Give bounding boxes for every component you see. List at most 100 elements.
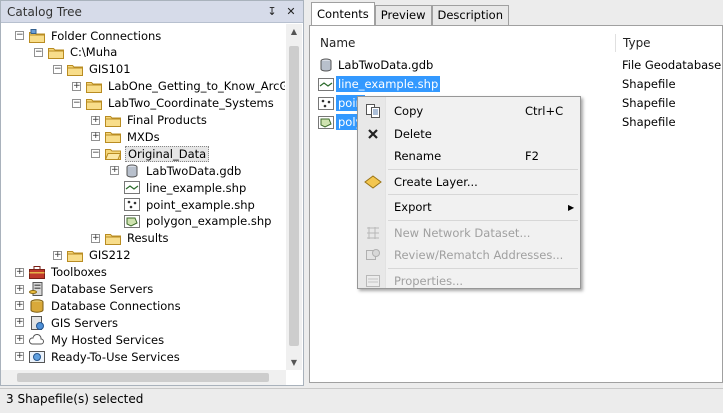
tab-description[interactable]: Description bbox=[431, 5, 509, 25]
folder-icon bbox=[105, 113, 121, 127]
tree-item[interactable]: + Database Servers bbox=[15, 281, 155, 298]
tree-scroll-thumb[interactable] bbox=[289, 46, 299, 346]
expand-icon[interactable]: + bbox=[15, 352, 24, 362]
submenu-arrow-icon: ▶ bbox=[568, 202, 575, 212]
menu-item-rename[interactable]: Rename F2 bbox=[360, 145, 579, 167]
pin-icon[interactable]: ↧ bbox=[265, 5, 279, 19]
tree-item-label: GIS Servers bbox=[51, 315, 118, 330]
menu-separator bbox=[388, 219, 578, 221]
menu-item-shortcut: Ctrl+C bbox=[525, 104, 564, 118]
menu-item-delete[interactable]: Delete bbox=[360, 123, 579, 145]
tree-item[interactable]: − C:\Muha bbox=[34, 44, 119, 61]
view-tabs: Contents Preview Description bbox=[311, 2, 509, 25]
catalog-tree-header: Catalog Tree ↧ ✕ bbox=[1, 1, 303, 23]
menu-item-label: Copy bbox=[394, 104, 424, 118]
menu-item-review-rematch-addresses[interactable]: Review/Rematch Addresses... bbox=[360, 244, 579, 266]
folder-icon bbox=[105, 130, 121, 144]
database-server-icon bbox=[29, 282, 45, 296]
tree-vertical-scrollbar[interactable]: ▲ ▼ bbox=[286, 24, 302, 370]
tree-item[interactable]: + Final Products bbox=[91, 112, 209, 129]
tree-item[interactable]: + My Hosted Services bbox=[15, 331, 166, 348]
expand-icon[interactable]: + bbox=[15, 284, 24, 294]
expand-icon[interactable]: + bbox=[110, 166, 119, 176]
folder-connections-icon bbox=[29, 28, 45, 43]
tree-item[interactable]: + LabTwoData.gdb bbox=[110, 162, 243, 179]
expand-icon[interactable]: + bbox=[53, 250, 62, 260]
scroll-down-arrow[interactable]: ▼ bbox=[286, 358, 302, 367]
tree-item-label: My Hosted Services bbox=[51, 332, 165, 347]
tab-preview[interactable]: Preview bbox=[374, 5, 432, 25]
expand-icon[interactable]: + bbox=[91, 132, 100, 142]
folder-icon bbox=[105, 231, 121, 245]
folder-icon bbox=[67, 62, 83, 76]
tree-item-label: LabOne_Getting_to_Know_ArcGIS bbox=[108, 79, 285, 94]
tree-item[interactable]: − LabTwo_Coordinate_Systems bbox=[72, 95, 276, 112]
tree-item[interactable]: + LabOne_Getting_to_Know_ArcGIS bbox=[72, 78, 285, 95]
expand-icon[interactable]: + bbox=[15, 335, 24, 345]
expand-icon[interactable]: + bbox=[15, 267, 24, 277]
geodatabase-icon bbox=[124, 164, 140, 178]
menu-item-label: Properties... bbox=[394, 273, 464, 288]
scroll-up-arrow[interactable]: ▲ bbox=[286, 27, 302, 36]
ready-services-icon bbox=[29, 350, 45, 364]
tree-item-label: Original_Data bbox=[125, 145, 210, 162]
tree-item[interactable]: + MXDs bbox=[91, 128, 162, 145]
tree-item[interactable]: − Original_Data bbox=[91, 145, 210, 162]
collapse-icon[interactable]: − bbox=[34, 47, 43, 57]
menu-item-copy[interactable]: Copy Ctrl+C bbox=[360, 100, 579, 122]
polygon-shapefile-icon bbox=[318, 115, 334, 129]
tree-item[interactable]: + GIS212 bbox=[53, 247, 133, 264]
tab-contents[interactable]: Contents bbox=[311, 2, 375, 25]
tree-horizontal-scrollbar[interactable] bbox=[1, 370, 286, 385]
expand-icon[interactable]: + bbox=[15, 301, 24, 311]
file-name: LabTwoData.gdb bbox=[338, 58, 434, 72]
tree-item[interactable]: − Folder Connections bbox=[15, 27, 163, 44]
tree-item-label: Ready-To-Use Services bbox=[51, 349, 180, 364]
menu-item-label: Rename bbox=[394, 149, 442, 163]
menu-item-label: Review/Rematch Addresses... bbox=[394, 248, 564, 262]
collapse-icon[interactable]: − bbox=[91, 149, 100, 159]
tree-item[interactable]: polygon_example.shp bbox=[110, 213, 273, 230]
database-connection-icon bbox=[29, 299, 45, 313]
collapse-icon[interactable]: − bbox=[15, 31, 24, 40]
tree-item[interactable]: point_example.shp bbox=[110, 196, 257, 213]
expand-icon[interactable]: + bbox=[72, 81, 81, 91]
tree-item[interactable]: line_example.shp bbox=[110, 179, 248, 196]
menu-item-create-layer[interactable]: Create Layer... bbox=[360, 171, 579, 193]
tree-item-label: LabTwoData.gdb bbox=[146, 163, 242, 178]
rematch-icon bbox=[360, 247, 386, 263]
expand-icon[interactable]: + bbox=[91, 233, 100, 243]
column-header-type[interactable]: Type bbox=[613, 34, 651, 52]
file-row[interactable]: line_example.shp Shapefile bbox=[310, 75, 723, 93]
folder-icon bbox=[86, 79, 102, 93]
collapse-icon[interactable]: − bbox=[53, 64, 62, 74]
point-shapefile-icon bbox=[318, 96, 334, 110]
tree-item[interactable]: + GIS Servers bbox=[15, 314, 120, 331]
line-shapefile-icon bbox=[124, 181, 140, 195]
tree-item[interactable]: + Database Connections bbox=[15, 297, 183, 314]
column-header-name[interactable]: Name bbox=[310, 34, 355, 52]
file-row[interactable]: LabTwoData.gdb File Geodatabase bbox=[310, 56, 723, 74]
tree-item[interactable]: + Ready-To-Use Services bbox=[15, 348, 182, 365]
expand-icon[interactable]: + bbox=[91, 115, 100, 125]
expand-icon[interactable]: + bbox=[15, 318, 24, 328]
tree-item[interactable]: + Toolboxes bbox=[15, 264, 109, 281]
tree-hscroll-thumb[interactable] bbox=[17, 373, 269, 382]
delete-icon bbox=[360, 127, 386, 141]
file-type: Shapefile bbox=[622, 115, 676, 129]
menu-item-new-network-dataset[interactable]: New Network Dataset... bbox=[360, 222, 579, 244]
polygon-shapefile-icon bbox=[124, 214, 140, 228]
collapse-icon[interactable]: − bbox=[72, 98, 81, 108]
gis-server-icon bbox=[29, 315, 45, 330]
menu-item-export[interactable]: Export ▶ bbox=[360, 196, 579, 218]
tree-item-label: Toolboxes bbox=[51, 265, 107, 280]
tree-item[interactable]: + Results bbox=[91, 230, 171, 247]
folder-icon bbox=[86, 96, 102, 110]
menu-item-properties[interactable]: Properties... bbox=[360, 270, 579, 292]
tree-item-label: LabTwo_Coordinate_Systems bbox=[108, 96, 274, 111]
tree-item[interactable]: − GIS101 bbox=[53, 61, 133, 78]
close-icon[interactable]: ✕ bbox=[284, 5, 298, 19]
